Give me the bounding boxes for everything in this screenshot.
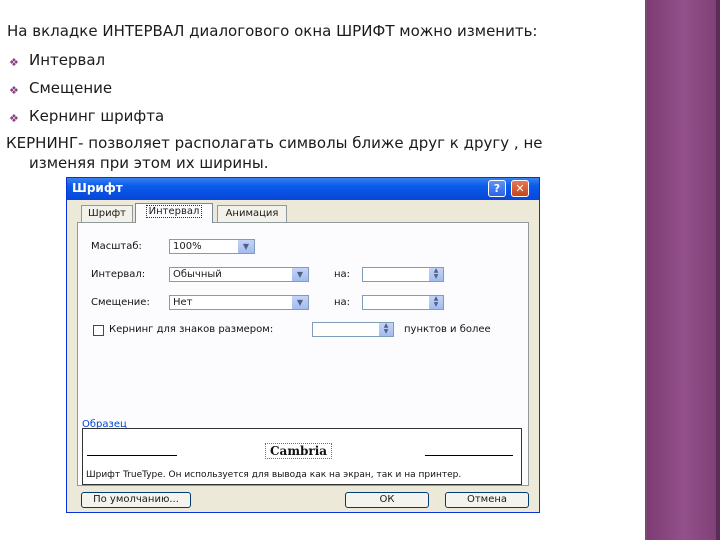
- spinner-icon[interactable]: ▲ ▼: [429, 268, 443, 281]
- slide-heading: На вкладке ИНТЕРВАЛ диалогового окна ШРИ…: [7, 22, 538, 40]
- spacing-select[interactable]: Обычный ▼: [169, 267, 309, 282]
- diamond-bullet-icon: ❖: [9, 112, 19, 125]
- default-button[interactable]: По умолчанию...: [81, 492, 191, 508]
- preview-baseline-right: [425, 455, 513, 456]
- scale-label: Масштаб:: [91, 241, 142, 252]
- bullet-item: Интервал: [29, 51, 106, 69]
- spacing-panel: Масштаб: 100% ▼ Интервал: Обычный ▼ на: …: [77, 222, 529, 486]
- preview-baseline-left: [87, 455, 177, 456]
- spacing-label: Интервал:: [91, 269, 146, 280]
- ok-button[interactable]: ОК: [345, 492, 429, 508]
- kerning-definition-line1: КЕРНИНГ- позволяет располагать символы б…: [6, 134, 543, 152]
- stripe-rim: [716, 0, 720, 540]
- kerning-suffix: пунктов и более: [404, 324, 491, 335]
- bullet-item: Кернинг шрифта: [29, 107, 165, 125]
- offset-amount-label: на:: [334, 297, 351, 308]
- tab-font[interactable]: Шрифт: [81, 205, 133, 222]
- preview-sample: Cambria: [265, 443, 333, 459]
- chevron-down-icon[interactable]: ▼: [238, 240, 254, 253]
- kerning-size-spinner[interactable]: ▲ ▼: [312, 322, 394, 337]
- cancel-button[interactable]: Отмена: [445, 492, 529, 508]
- kerning-label: Кернинг для знаков размером:: [109, 324, 274, 335]
- dialog-titlebar: Шрифт ? ✕: [67, 178, 539, 200]
- close-button[interactable]: ✕: [511, 180, 529, 197]
- offset-select[interactable]: Нет ▼: [169, 295, 309, 310]
- offset-amount-spinner[interactable]: ▲ ▼: [362, 295, 444, 310]
- kerning-checkbox[interactable]: [93, 325, 104, 336]
- tab-spacing[interactable]: Интервал: [135, 203, 213, 223]
- chevron-down-icon[interactable]: ▼: [292, 268, 308, 281]
- offset-label: Смещение:: [91, 297, 150, 308]
- help-button[interactable]: ?: [488, 180, 506, 197]
- tab-animation[interactable]: Анимация: [217, 205, 287, 222]
- scale-select[interactable]: 100% ▼: [169, 239, 255, 254]
- diamond-bullet-icon: ❖: [9, 56, 19, 69]
- kerning-definition-line2: изменяя при этом их ширины.: [29, 154, 269, 172]
- preview-note: Шрифт TrueType. Он используется для выво…: [86, 470, 462, 480]
- spacing-amount-label: на:: [334, 269, 351, 280]
- chevron-down-icon[interactable]: ▼: [292, 296, 308, 309]
- spinner-icon[interactable]: ▲ ▼: [379, 323, 393, 336]
- spacing-value: Обычный: [173, 269, 222, 280]
- bullet-item: Смещение: [29, 79, 113, 97]
- spinner-icon[interactable]: ▲ ▼: [429, 296, 443, 309]
- offset-value: Нет: [173, 297, 193, 308]
- decorative-stripe: [647, 0, 720, 540]
- scale-value: 100%: [173, 241, 202, 252]
- diamond-bullet-icon: ❖: [9, 84, 19, 97]
- spacing-amount-spinner[interactable]: ▲ ▼: [362, 267, 444, 282]
- font-dialog: Шрифт ? ✕ Шрифт Анимация Масштаб: 100% ▼…: [66, 177, 540, 513]
- tab-spacing-label: Интервал: [145, 205, 203, 218]
- dialog-title: Шрифт: [72, 181, 123, 195]
